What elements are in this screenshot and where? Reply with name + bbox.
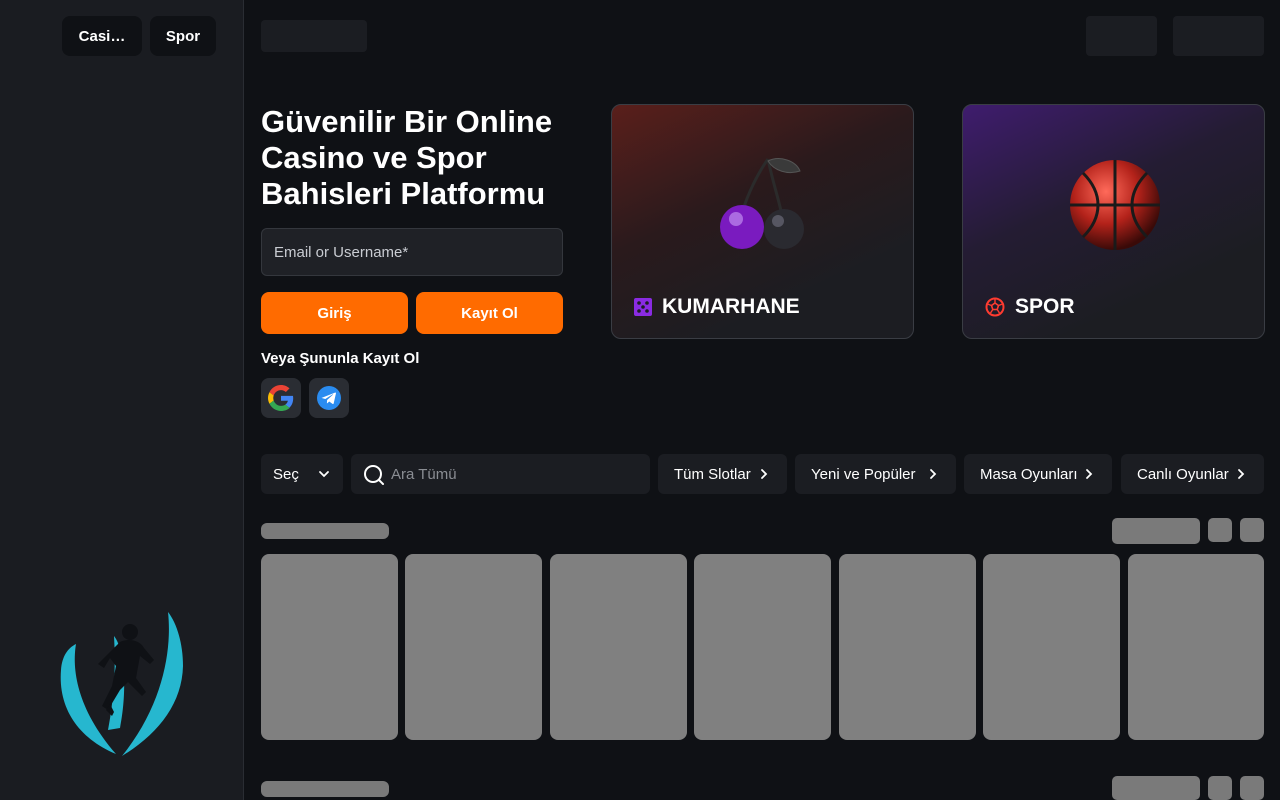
category-label-text: SPOR xyxy=(1015,295,1075,318)
player-shield-logo[interactable] xyxy=(58,608,186,760)
search-input[interactable] xyxy=(391,454,641,494)
chevron-right-icon xyxy=(761,469,768,479)
scroll-right-placeholder[interactable] xyxy=(1240,518,1264,542)
register-button[interactable]: Kayıt Ol xyxy=(416,292,563,334)
scroll-left-placeholder[interactable] xyxy=(1208,776,1232,800)
view-all-placeholder[interactable] xyxy=(1112,518,1200,544)
soccer-ball-icon xyxy=(985,297,1005,317)
dice-icon xyxy=(634,298,652,316)
scroll-left-placeholder[interactable] xyxy=(1208,518,1232,542)
chip-live-games[interactable]: Canlı Oyunlar xyxy=(1121,454,1264,494)
sidebar: Casi… Spor xyxy=(0,0,244,800)
game-card-placeholder[interactable] xyxy=(694,554,831,740)
category-card-spor[interactable]: SPOR xyxy=(962,104,1265,339)
basketball-icon xyxy=(1070,160,1160,250)
sidebar-tab-spor[interactable]: Spor xyxy=(150,16,216,56)
sidebar-tab-casino[interactable]: Casi… xyxy=(62,16,142,56)
section-title-placeholder xyxy=(261,781,389,797)
section-title-placeholder xyxy=(261,523,389,539)
chip-new-popular[interactable]: Yeni ve Popüler xyxy=(795,454,956,494)
game-card-placeholder[interactable] xyxy=(839,554,976,740)
chevron-right-icon xyxy=(1238,469,1245,479)
chip-all-slots[interactable]: Tüm Slotlar xyxy=(658,454,787,494)
header-button-placeholder[interactable] xyxy=(1173,16,1264,56)
game-card-placeholder[interactable] xyxy=(1128,554,1264,740)
search-box[interactable] xyxy=(351,454,650,494)
chip-label: Yeni ve Popüler xyxy=(811,465,916,483)
chip-label: Canlı Oyunlar xyxy=(1137,465,1229,483)
email-username-input[interactable] xyxy=(261,228,563,276)
google-icon xyxy=(268,385,294,411)
telegram-icon xyxy=(317,386,341,410)
chip-table-games[interactable]: Masa Oyunları xyxy=(964,454,1112,494)
provider-select-label: Seç xyxy=(273,465,299,483)
category-label-casino: KUMARHANE xyxy=(634,295,800,319)
category-label-text: KUMARHANE xyxy=(662,295,800,318)
alt-signup-label: Veya Şununla Kayıt Ol xyxy=(261,350,420,367)
chevron-right-icon xyxy=(1086,469,1093,479)
provider-select[interactable]: Seç xyxy=(261,454,343,494)
game-card-placeholder[interactable] xyxy=(261,554,398,740)
game-card-placeholder[interactable] xyxy=(550,554,687,740)
category-card-casino[interactable]: KUMARHANE xyxy=(611,104,914,339)
chip-label: Tüm Slotlar xyxy=(674,465,751,483)
header-button-placeholder[interactable] xyxy=(1086,16,1157,56)
view-all-placeholder[interactable] xyxy=(1112,776,1200,800)
game-card-placeholder[interactable] xyxy=(983,554,1120,740)
category-label-spor: SPOR xyxy=(985,295,1075,319)
header-logo-placeholder xyxy=(261,20,367,52)
scroll-right-placeholder[interactable] xyxy=(1240,776,1264,800)
game-card-placeholder[interactable] xyxy=(405,554,542,740)
google-signup-button[interactable] xyxy=(261,378,301,418)
telegram-signup-button[interactable] xyxy=(309,378,349,418)
cherry-icon xyxy=(720,158,804,249)
chevron-right-icon xyxy=(930,469,937,479)
login-button[interactable]: Giriş xyxy=(261,292,408,334)
chevron-down-icon xyxy=(319,471,329,478)
hero-title: Güvenilir Bir Online Casino ve Spor Bahi… xyxy=(261,104,553,211)
chip-label: Masa Oyunları xyxy=(980,465,1078,483)
search-icon xyxy=(364,465,384,485)
